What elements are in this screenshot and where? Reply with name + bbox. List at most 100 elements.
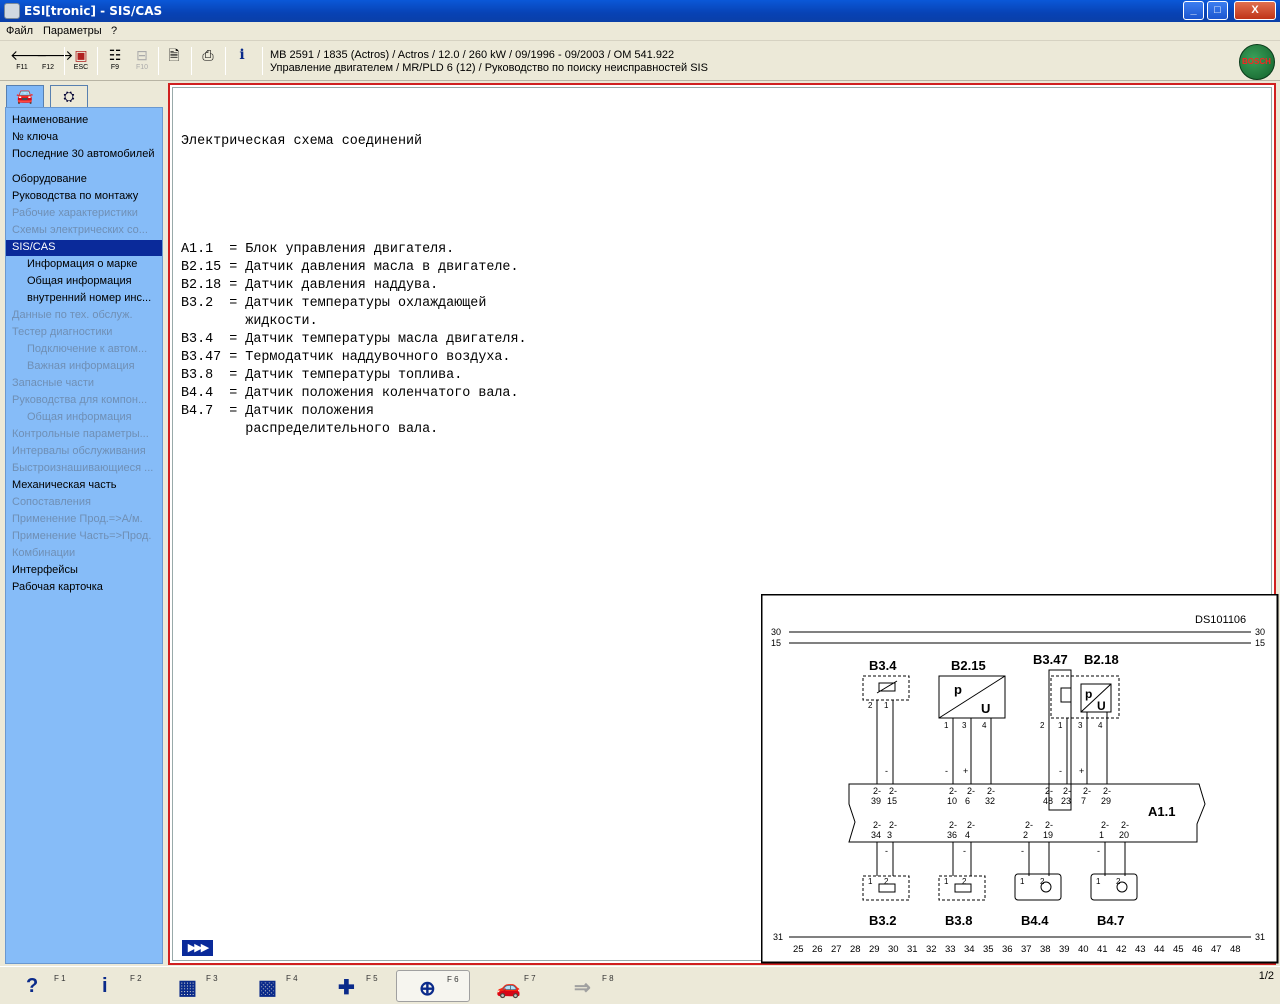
close-button[interactable]: X bbox=[1234, 1, 1276, 20]
rail-label-30-right: 30 bbox=[1255, 627, 1265, 637]
legend-line: B3.47 = Термодатчик наддувочного воздуха… bbox=[181, 350, 511, 365]
ecu-pin-top-prefix: 2- bbox=[987, 786, 995, 796]
toolbar: 🡐 F11 🡒 F12 ▣ ESC ☷ F9 ⊟ F10 🗎 ⎙ i MB 25… bbox=[0, 41, 1280, 81]
function-key-3[interactable]: ▦ F 3 bbox=[156, 970, 230, 1002]
menu-file[interactable]: Файл bbox=[6, 25, 33, 37]
function-key-5[interactable]: ✚ F 5 bbox=[316, 970, 390, 1002]
vehicle-info: MB 2591 / 1835 (Actros) / Actros / 12.0 … bbox=[270, 49, 708, 75]
sensor-p-b2-18: p bbox=[1085, 687, 1092, 701]
nav-item[interactable]: Механическая часть bbox=[6, 478, 162, 494]
toolbar-separator bbox=[262, 47, 263, 75]
nav-item[interactable]: Общая информация bbox=[6, 274, 162, 290]
label-b3-47: B3.47 bbox=[1033, 652, 1068, 667]
document-heading: Электрическая схема соединений bbox=[181, 134, 423, 149]
list-button[interactable]: ☷ F9 bbox=[103, 47, 127, 77]
nav-item[interactable]: SIS/CAS bbox=[6, 240, 162, 256]
grid-number: 46 bbox=[1192, 944, 1203, 955]
nav-item[interactable]: Руководства по монтажу bbox=[6, 189, 162, 205]
vehicle-line-1: MB 2591 / 1835 (Actros) / Actros / 12.0 … bbox=[270, 49, 675, 61]
function-key-7[interactable]: 🚗 F 7 bbox=[474, 970, 548, 1002]
sensor-pin-top: 2 bbox=[1040, 721, 1045, 730]
function-key-label: F 3 bbox=[206, 974, 218, 983]
legend-line: B3.4 = Датчик температуры масла двигател… bbox=[181, 332, 527, 347]
next-page-button[interactable]: ▶▶▶ bbox=[182, 940, 213, 956]
sensor-u-b2-15: U bbox=[981, 701, 990, 716]
info-button[interactable]: i bbox=[230, 47, 254, 77]
label-b3-8: B3.8 bbox=[945, 913, 972, 928]
sensor-pin-bottom: 1 bbox=[944, 877, 949, 886]
rail-label-15-left: 15 bbox=[771, 638, 781, 648]
nav-item: Важная информация bbox=[27, 360, 135, 372]
function-key-2[interactable]: i F 2 bbox=[80, 970, 154, 1002]
nav-item[interactable]: Интерфейсы bbox=[6, 563, 162, 579]
magnifier-icon: ⊕ bbox=[419, 978, 436, 1000]
nav-item: Контрольные параметры... bbox=[12, 428, 149, 440]
ecu-pin-bottom-prefix: 2- bbox=[1045, 820, 1053, 830]
arrow-left-icon: 🡐 bbox=[10, 47, 48, 63]
minimize-button[interactable]: _ bbox=[1183, 1, 1204, 20]
grid-number: 25 bbox=[793, 944, 804, 955]
tab-engine[interactable]: ⛭ bbox=[50, 85, 88, 107]
legend-line: B2.18 = Датчик давления наддува. bbox=[181, 278, 439, 293]
menu-bar: Файл Параметры ? bbox=[0, 22, 1280, 41]
grid-number: 32 bbox=[926, 944, 937, 955]
vehicle-icon: 🚗 bbox=[496, 977, 521, 999]
sensor-pin-top: 4 bbox=[1098, 721, 1103, 730]
print-button[interactable]: ⎙ bbox=[196, 47, 220, 77]
page-indicator: 1/2 bbox=[1258, 970, 1274, 982]
maximize-button[interactable]: □ bbox=[1207, 1, 1228, 20]
sensor-pin-bottom: 1 bbox=[868, 877, 873, 886]
nav-item[interactable]: Информация о марке bbox=[6, 257, 162, 273]
menu-help[interactable]: ? bbox=[111, 25, 117, 37]
grid-number: 37 bbox=[1021, 944, 1032, 955]
forward-button[interactable]: 🡒 F12 bbox=[36, 47, 74, 77]
grid-number: 42 bbox=[1116, 944, 1127, 955]
tab-vehicle[interactable]: 🚘 bbox=[6, 85, 44, 107]
ecu-pin-top-prefix: 2- bbox=[1045, 786, 1053, 796]
sensor-pin-top: 3 bbox=[962, 721, 967, 730]
grid-number: 40 bbox=[1078, 944, 1089, 955]
ecu-pin-bottom-number: 34 bbox=[871, 830, 881, 840]
grid-number: 38 bbox=[1040, 944, 1051, 955]
document-text: Электрическая схема соединений A1.1 = Бл… bbox=[181, 97, 527, 475]
exit-button[interactable]: ▣ ESC bbox=[69, 47, 93, 77]
ecu-pin-top-prefix: 2- bbox=[1063, 786, 1071, 796]
ecu-pin-top-number: 15 bbox=[887, 796, 897, 806]
info-icon: i bbox=[102, 975, 108, 997]
function-key-1[interactable]: ? F 1 bbox=[4, 970, 78, 1002]
ecu-pin-bottom-prefix: 2- bbox=[1025, 820, 1033, 830]
nav-item: Применение Часть=>Прод. bbox=[12, 530, 152, 542]
nav-item[interactable]: внутренний номер инс... bbox=[6, 291, 162, 307]
grid-number: 30 bbox=[888, 944, 899, 955]
ecu-pin-top-number: 48 bbox=[1043, 796, 1053, 806]
back-button[interactable]: 🡐 F11 bbox=[10, 47, 48, 77]
nav-item[interactable]: Последние 30 автомобилей bbox=[6, 147, 162, 163]
ecu-pin-top-number: 23 bbox=[1061, 796, 1071, 806]
tree-key: F10 bbox=[135, 64, 149, 71]
ecu-pin-top-prefix: 2- bbox=[873, 786, 881, 796]
toolbar-separator bbox=[97, 47, 98, 75]
nav-item[interactable]: Наименование bbox=[6, 113, 162, 129]
sensor-pin-top: 2 bbox=[868, 701, 873, 710]
grid-number: 29 bbox=[869, 944, 880, 955]
rail-label-31-left: 31 bbox=[773, 932, 783, 942]
sensor-pin-bottom: 2 bbox=[884, 877, 889, 886]
function-key-4[interactable]: ▩ F 4 bbox=[236, 970, 310, 1002]
nav-item: Общая информация bbox=[27, 411, 132, 423]
rail-label-31-right: 31 bbox=[1255, 932, 1265, 942]
nav-item[interactable]: Рабочая карточка bbox=[6, 580, 162, 596]
polarity-top: + bbox=[963, 766, 968, 776]
nav-item: Рабочие характеристики bbox=[12, 207, 138, 219]
function-key-label: F 5 bbox=[366, 974, 378, 983]
function-key-label: F 1 bbox=[54, 974, 66, 983]
nav-item[interactable]: Оборудование bbox=[6, 172, 162, 188]
document-button[interactable]: 🗎 bbox=[162, 47, 186, 77]
grid-number: 35 bbox=[983, 944, 994, 955]
polarity-bottom: - bbox=[1021, 846, 1024, 856]
sensor-pin-top: 1 bbox=[1058, 721, 1063, 730]
ecu-label: A1.1 bbox=[1148, 804, 1175, 819]
exit-key: ESC bbox=[73, 64, 89, 71]
nav-item[interactable]: № ключа bbox=[6, 130, 162, 146]
function-key-6[interactable]: ⊕ F 6 bbox=[396, 970, 470, 1002]
menu-params[interactable]: Параметры bbox=[43, 25, 102, 37]
